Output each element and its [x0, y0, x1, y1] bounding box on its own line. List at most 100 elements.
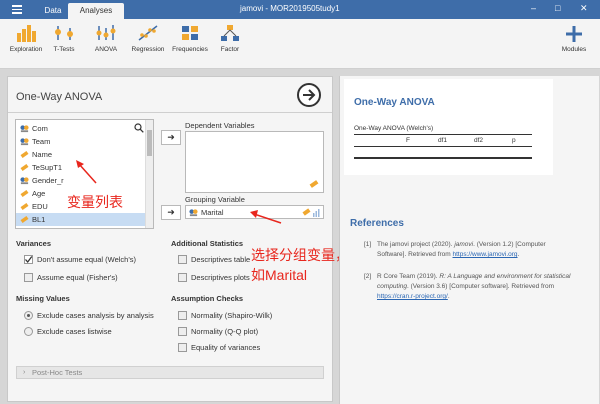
column-header-f: F [406, 137, 410, 144]
option-label: Assume equal (Fisher's) [37, 273, 118, 282]
exclude-analysis-radio[interactable]: Exclude cases analysis by analysis [24, 311, 174, 321]
scroll-thumb[interactable] [147, 130, 152, 156]
divider [8, 112, 332, 113]
radio-button[interactable] [24, 327, 33, 336]
variable-name: BL1 [32, 215, 46, 224]
checkbox[interactable] [178, 327, 187, 336]
nominal-variable-icon [189, 209, 198, 217]
checkmark-icon [25, 256, 33, 264]
continuous-variable-icon [20, 163, 29, 172]
reference-link[interactable]: https://www.jamovi.org [453, 251, 518, 258]
continuous-variable-icon [20, 150, 29, 159]
checkbox[interactable] [178, 255, 187, 264]
window-title: jamovi - MOR2019505tudy1 [240, 4, 340, 13]
checkbox[interactable] [24, 255, 33, 264]
close-button[interactable]: ✕ [580, 3, 588, 14]
title-bar: Data Analyses jamovi - MOR2019505tudy1 –… [0, 0, 600, 19]
regression-icon [138, 25, 158, 41]
anova-options-panel: One-Way ANOVA Com Team Name TeSupT1 Gend… [7, 76, 333, 402]
variable-list[interactable]: Com Team Name TeSupT1 Gender_r Age EDU B… [15, 119, 154, 229]
reference-item: [2] R Core Team (2019). R: A Language an… [350, 272, 570, 304]
t-tests-label: T-Tests [53, 46, 75, 53]
dependent-variables-label: Dependent Variables [185, 121, 255, 130]
variable-item[interactable]: Team [16, 135, 146, 148]
run-analysis-button[interactable] [297, 83, 321, 107]
frequencies-label: Frequencies [172, 46, 208, 53]
factor-label: Factor [220, 46, 240, 53]
annotation-variable-list: 变量列表 [67, 194, 123, 210]
variable-name: Age [32, 189, 46, 198]
welch-checkbox[interactable]: Don't assume equal (Welch's) [24, 255, 164, 265]
checkbox[interactable] [178, 273, 187, 282]
variable-name: Gender_r [32, 176, 64, 185]
anova-button[interactable]: ANOVA [84, 23, 128, 53]
equality-of-variances-checkbox[interactable]: Equality of variances [178, 343, 318, 353]
t-tests-button[interactable]: T-Tests [42, 23, 86, 53]
option-label: Normality (Q-Q plot) [191, 327, 259, 336]
reference-text: The jamovi project (2020). jamovi. (Vers… [377, 241, 546, 258]
variable-name: Team [32, 137, 51, 146]
option-label: Exclude cases analysis by analysis [37, 311, 154, 320]
continuous-variable-icon [20, 189, 29, 198]
minimize-button[interactable]: – [531, 3, 536, 13]
radio-button[interactable] [24, 311, 33, 320]
plus-icon [566, 26, 582, 42]
option-label: Normality (Shapiro-Wilk) [191, 311, 273, 320]
arrow-right-icon [303, 89, 316, 101]
analysis-title: One-Way ANOVA [16, 91, 103, 103]
dependent-variables-box[interactable] [185, 131, 324, 193]
regression-button[interactable]: Regression [126, 23, 170, 53]
factor-button[interactable]: Factor [208, 23, 252, 53]
references-title: References [350, 218, 404, 229]
fisher-checkbox[interactable]: Assume equal (Fisher's) [24, 273, 164, 283]
variable-item[interactable]: Name [16, 148, 146, 161]
additional-statistics-title: Additional Statistics [171, 239, 244, 248]
checkbox[interactable] [178, 311, 187, 320]
option-label: Descriptives plots [191, 273, 250, 282]
reference-number: [1] [364, 241, 372, 248]
qq-plot-checkbox[interactable]: Normality (Q-Q plot) [178, 327, 318, 337]
chevron-right-icon: › [23, 369, 26, 376]
variable-name: EDU [32, 202, 48, 211]
post-hoc-tests-section[interactable]: › Post-Hoc Tests [16, 366, 324, 379]
exclude-listwise-radio[interactable]: Exclude cases listwise [24, 327, 174, 337]
hamburger-menu-icon[interactable] [12, 5, 22, 16]
checkbox[interactable] [24, 273, 33, 282]
reference-link[interactable]: https://cran.r-project.org/ [377, 293, 448, 300]
checkbox[interactable] [178, 343, 187, 352]
continuous-variable-icon [309, 180, 319, 188]
option-label: Don't assume equal (Welch's) [37, 255, 137, 264]
grouping-variable-box[interactable]: Marital [185, 205, 324, 219]
shapiro-wilk-checkbox[interactable]: Normality (Shapiro-Wilk) [178, 311, 318, 321]
variable-item[interactable]: Com [16, 122, 146, 135]
modules-label: Modules [561, 46, 587, 53]
move-to-grouping-button[interactable]: ➜ [161, 205, 181, 220]
variances-title: Variances [16, 239, 52, 248]
option-label: Equality of variances [191, 343, 261, 352]
reference-item: [1] The jamovi project (2020). jamovi. (… [350, 240, 570, 262]
column-header-p: p [512, 137, 516, 144]
option-label: Exclude cases listwise [37, 327, 112, 336]
reference-text: R Core Team (2019). R: A Language and en… [377, 273, 571, 300]
maximize-button[interactable]: □ [555, 3, 560, 13]
tab-analyses[interactable]: Analyses [68, 3, 124, 19]
variable-name: TeSupT1 [32, 163, 63, 172]
tab-data[interactable]: Data [38, 3, 68, 19]
variable-type-icons [302, 208, 320, 217]
option-label: Descriptives table [191, 255, 251, 264]
nominal-variable-icon [20, 138, 29, 146]
reference-number: [2] [364, 273, 372, 280]
frequencies-button[interactable]: Frequencies [168, 23, 212, 53]
variable-list-scrollbar[interactable] [145, 120, 153, 228]
results-table-card: One-Way ANOVA One-Way ANOVA (Welch's) F … [344, 79, 553, 175]
variable-item-selected[interactable]: BL1 [16, 213, 146, 226]
modules-button[interactable]: Modules [552, 23, 596, 53]
variable-name: Com [32, 124, 48, 133]
move-to-dependent-button[interactable]: ➜ [161, 130, 181, 145]
assumption-checks-title: Assumption Checks [171, 294, 244, 303]
variable-item[interactable]: TeSupT1 [16, 161, 146, 174]
anova-icon [96, 25, 116, 40]
variable-item[interactable]: Gender_r [16, 174, 146, 187]
continuous-variable-icon [20, 215, 29, 224]
variable-name: Name [32, 150, 53, 159]
